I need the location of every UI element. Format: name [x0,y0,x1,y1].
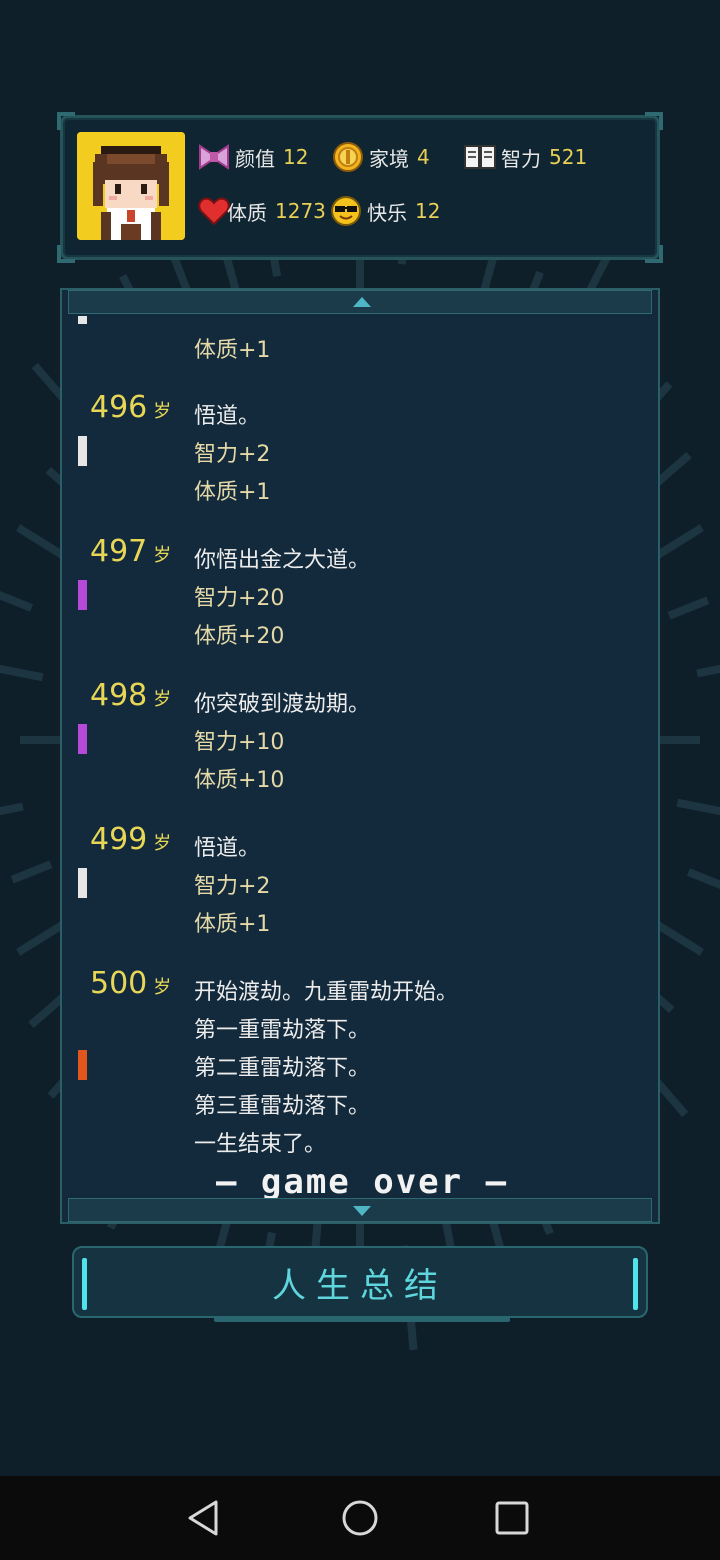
grade-marker [78,724,87,754]
event-text: 一生结束了。 [194,1132,327,1157]
stat-intelligence: 智力 521 [463,140,587,174]
life-log-panel[interactable]: 体质+1 496 岁 悟道。 智力+2 体质+1 497 岁 你悟出金之大道。 智力… [60,288,660,1224]
event-text: 你悟出金之大道。 [194,548,371,573]
effect-line: 智力+10 [194,730,285,755]
system-nav-bar [0,1476,720,1560]
game-over-banner: — game over — [215,1162,509,1202]
event-text: 第三重雷劫落下。 [194,1094,371,1119]
grade-marker [78,580,87,610]
chevron-down-icon [353,1206,371,1216]
age-label: 496 岁 [90,390,172,425]
age-label: 498 岁 [90,678,172,713]
scroll-down-button[interactable] [68,1198,652,1222]
background-ray [696,664,720,678]
stat-family: 家境 4 [331,140,430,174]
effect-line: 智力+20 [194,586,285,611]
stat-happiness: 快乐 12 [329,194,440,228]
effect-line: 智力+2 [194,874,271,899]
event-text: 悟道。 [194,404,261,429]
event-text: 第二重雷劫落下。 [194,1056,371,1081]
button-underline [214,1317,510,1322]
stat-label: 家境 [369,146,409,171]
button-edge-glow [633,1258,638,1310]
background-ray [0,802,24,816]
stat-value: 4 [417,145,430,169]
event-text: 第一重雷劫落下。 [194,1018,371,1043]
effect-line: 体质+20 [194,624,285,649]
bow-icon [199,144,229,170]
effect-line: 体质+1 [194,480,271,505]
coin-icon [333,142,363,172]
age-label: 499 岁 [90,822,172,857]
background-ray [10,860,53,884]
grade-marker [78,1050,87,1080]
panel-corner [645,245,663,263]
effect-line: 体质+1 [194,338,271,363]
stat-value: 12 [415,199,441,223]
effect-line: 体质+1 [194,912,271,937]
panel-corner [57,245,75,263]
stat-label: 体质 [227,200,267,225]
stat-label: 智力 [501,146,541,171]
grade-marker [78,436,87,466]
panel-corner [57,112,75,130]
recents-icon[interactable] [490,1496,534,1540]
scroll-up-button[interactable] [68,290,652,314]
back-icon[interactable] [182,1496,226,1540]
chevron-up-icon [353,297,371,307]
stat-label: 快乐 [367,200,407,225]
background-ray [676,798,720,816]
event-text: 悟道。 [194,836,261,861]
age-label: 497 岁 [90,534,172,569]
life-summary-label: 人生总结 [272,1265,448,1306]
stat-value: 521 [549,145,588,169]
life-summary-button[interactable]: 人生总结 [72,1246,648,1322]
age-label: 500 岁 [90,966,172,1001]
stat-value: 12 [283,145,309,169]
character-avatar [77,132,185,240]
background-ray [0,664,44,682]
effect-line: 体质+10 [194,768,285,793]
background-ray [667,596,710,620]
stat-value: 1273 [275,199,326,223]
panel-corner [645,112,663,130]
sunglasses-face-icon [331,196,361,226]
book-icon [464,145,496,169]
grade-marker [78,868,87,898]
pixel-character-portrait [77,132,185,240]
grade-marker [78,316,87,324]
heart-icon [198,197,230,226]
attributes-panel: 颜值 12 家境 4 智力 521 体质 1273 快乐 12 [57,112,663,263]
background-ray [686,868,720,890]
event-text: 你突破到渡劫期。 [194,692,371,717]
effect-line: 智力+2 [194,442,271,467]
stat-label: 颜值 [235,146,275,171]
event-text: 开始渡劫。九重雷劫开始。 [194,980,459,1005]
home-icon[interactable] [338,1496,382,1540]
stat-physique: 体质 1273 [197,194,326,228]
background-ray [0,590,34,612]
button-edge-glow [82,1258,87,1310]
stat-appearance: 颜值 12 [197,140,308,174]
